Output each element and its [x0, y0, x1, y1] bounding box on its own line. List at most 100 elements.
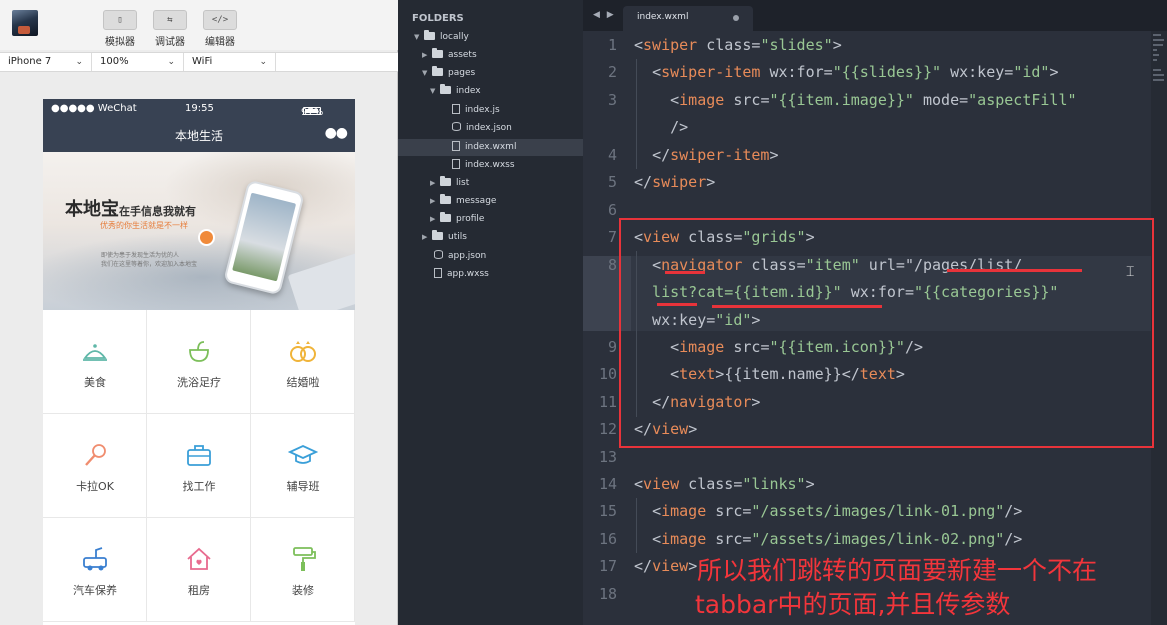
- simulator-button[interactable]: ▯ 模拟器: [103, 10, 137, 48]
- code-icon: </>: [203, 10, 237, 30]
- expanded-arrow-icon: ▼: [422, 69, 428, 77]
- editor-tab-bar: ◀ ▶ index.wxml: [583, 0, 1167, 31]
- tree-folder-utils[interactable]: ▶ utils: [422, 229, 467, 246]
- tree-folder-locally[interactable]: ▼ locally: [414, 29, 469, 46]
- folder-icon: [432, 66, 443, 76]
- device-value: iPhone 7: [8, 56, 52, 67]
- avatar[interactable]: [12, 10, 38, 36]
- tree-file-index-js[interactable]: index.js: [452, 102, 500, 119]
- swiper-banner[interactable]: 本地宝在手信息我就有 优秀的你生活就是不一样 即使为患于发现生活为优的人 我们在…: [43, 152, 355, 310]
- banner-brand: 本地宝: [65, 199, 119, 220]
- collapsed-arrow-icon: ▶: [430, 179, 436, 187]
- tree-label: pages: [448, 68, 476, 78]
- line-number: 3: [607, 91, 617, 109]
- grid-item-label: 汽车保养: [73, 584, 117, 597]
- tab-index-wxml[interactable]: index.wxml: [623, 6, 753, 31]
- json-file-icon: [434, 250, 443, 259]
- debug-icon: ⇆: [153, 10, 187, 30]
- file-icon: [434, 268, 442, 278]
- rings-icon: [290, 341, 316, 362]
- grid-item-rent[interactable]: 租房: [147, 518, 251, 622]
- folder-icon: [440, 212, 451, 222]
- grid-item-food[interactable]: 美食: [43, 310, 147, 414]
- tree-folder-list[interactable]: ▶ list: [430, 175, 469, 192]
- collapsed-arrow-icon: ▶: [422, 233, 428, 241]
- code-line[interactable]: </swiper>: [634, 173, 715, 191]
- line-number: 1: [607, 36, 617, 54]
- code-line[interactable]: <view class="links">: [634, 475, 815, 493]
- grid-item-decoration[interactable]: 装修: [251, 518, 355, 622]
- code-line[interactable]: </view>: [634, 557, 697, 575]
- tree-folder-index[interactable]: ▼ index: [430, 83, 481, 100]
- debugger-button[interactable]: ⇆ 调试器: [153, 10, 187, 48]
- line-number: 17: [598, 557, 617, 575]
- grid-item-label: 结婚啦: [286, 376, 320, 389]
- tree-file-app-wxss[interactable]: app.wxss: [434, 266, 489, 283]
- tree-label: assets: [448, 50, 477, 60]
- network-value: WiFi: [192, 56, 213, 67]
- code-line[interactable]: <image src="/assets/images/link-02.png"/…: [634, 530, 1022, 548]
- folder-icon: [432, 48, 443, 58]
- grid-item-label: 卡拉OK: [76, 480, 114, 493]
- json-file-icon: [452, 122, 461, 131]
- banner-text-line: 即使为患于发现生活为优的人: [101, 252, 180, 259]
- tree-label: list: [456, 178, 470, 188]
- grid-item-jobs[interactable]: 找工作: [147, 414, 251, 518]
- status-bar: ●●●●● WeChat 19:55 97%: [43, 99, 355, 119]
- tree-label: locally: [440, 32, 469, 42]
- grid-item-wedding[interactable]: 结婚啦: [251, 310, 355, 414]
- tree-folder-message[interactable]: ▶ message: [430, 193, 496, 210]
- grid-item-label: 辅导班: [286, 480, 320, 493]
- tab-label: index.wxml: [637, 12, 689, 22]
- tab-nav-arrows-icon[interactable]: ◀ ▶: [593, 10, 616, 20]
- food-icon: [83, 344, 107, 361]
- banner-slogan: 在手信息我就有: [119, 205, 196, 218]
- zoom-value: 100%: [100, 56, 129, 67]
- tree-folder-pages[interactable]: ▼ pages: [422, 65, 475, 82]
- category-grid: 美食 洗浴足疗 结婚啦 卡拉OK 找工作 辅导班 汽车保养 租房 装修: [43, 310, 355, 625]
- annotation-text: 所以我们跳转的页面要新建一个不在: [697, 556, 1098, 585]
- carrier: ●●●●● WeChat: [51, 103, 137, 114]
- underline-mark: [947, 269, 1082, 272]
- line-number: 18: [598, 585, 617, 603]
- zoom-select[interactable]: 100% ⌄: [92, 53, 184, 71]
- code-line[interactable]: <image src="{{item.image}}" mode="aspect…: [634, 91, 1076, 109]
- phone-screen: ●●●●● WeChat 19:55 97% 本地生活 ●● 本地宝在手信息我就…: [43, 99, 355, 625]
- code-line[interactable]: <swiper class="slides">: [634, 36, 842, 54]
- grid-item-tutoring[interactable]: 辅导班: [251, 414, 355, 518]
- line-number: 10: [598, 365, 617, 383]
- code-line[interactable]: <image src="/assets/images/link-01.png"/…: [634, 502, 1022, 520]
- tree-folder-assets[interactable]: ▶ assets: [422, 47, 477, 64]
- grid-item-bath[interactable]: 洗浴足疗: [147, 310, 251, 414]
- device-select[interactable]: iPhone 7 ⌄: [0, 53, 92, 71]
- more-icon[interactable]: ●●: [325, 125, 348, 141]
- network-select[interactable]: WiFi ⌄: [184, 53, 276, 71]
- tree-file-index-wxml[interactable]: index.wxml: [452, 139, 516, 156]
- tree-file-index-wxss[interactable]: index.wxss: [452, 157, 515, 174]
- folders-header: FOLDERS: [412, 13, 464, 24]
- tree-file-index-json[interactable]: index.json: [452, 120, 512, 137]
- mouse-cursor-icon: ⌶: [1126, 264, 1135, 280]
- grid-item-car-care[interactable]: 汽车保养: [43, 518, 147, 622]
- code-file-icon: [452, 141, 460, 151]
- file-icon: [452, 104, 460, 114]
- grid-item-label: 洗浴足疗: [177, 376, 221, 389]
- tree-label: index.json: [466, 123, 512, 133]
- code-line[interactable]: <swiper-item wx:for="{{slides}}" wx:key=…: [634, 63, 1058, 81]
- editor-button[interactable]: </> 编辑器: [203, 10, 237, 48]
- line-number: 9: [607, 338, 617, 356]
- tree-folder-profile[interactable]: ▶ profile: [430, 211, 484, 228]
- line-number: 5: [607, 173, 617, 191]
- banner-text-line: 我们在这里等着你，欢迎加入本地宝: [101, 261, 198, 268]
- simulator-panel: ▯ 模拟器 ⇆ 调试器 </> 编辑器 iPhone 7 ⌄ 100% ⌄ Wi…: [0, 0, 398, 625]
- tree-file-app-json[interactable]: app.json: [434, 248, 486, 265]
- line-number: 2: [607, 63, 617, 81]
- unsaved-dot-icon[interactable]: [733, 15, 739, 21]
- expanded-arrow-icon: ▼: [414, 33, 420, 41]
- bath-icon: [189, 341, 209, 362]
- tree-label: app.json: [448, 251, 487, 261]
- code-line[interactable]: </swiper-item>: [634, 146, 778, 164]
- code-line[interactable]: />: [634, 118, 688, 136]
- grid-item-karaoke[interactable]: 卡拉OK: [43, 414, 147, 518]
- microphone-icon: [85, 444, 106, 466]
